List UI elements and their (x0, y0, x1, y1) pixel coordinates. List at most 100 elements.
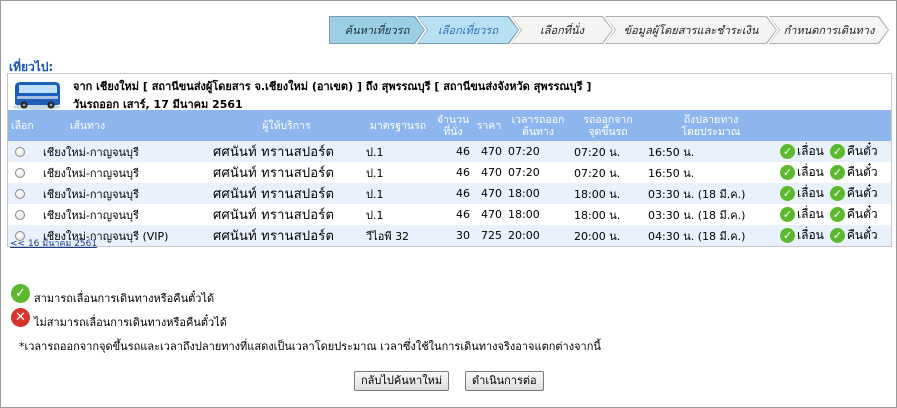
step-search[interactable]: ค้นหาเที่ยวรถ (329, 16, 425, 44)
check-icon: ✓ (829, 228, 845, 243)
legend-cannot: ✕ ไม่สามารถเลื่อนการเดินทางหรือคืนตั๋วได… (11, 303, 227, 331)
table-row[interactable]: เชียงใหม่-กาญจนบุรี ศศนันท์ ทรานสปอร์ต ป… (8, 162, 891, 183)
seats-cell: 46 (433, 162, 473, 183)
route-cell: เชียงใหม่-กาญจนบุรี (40, 141, 210, 162)
price-cell: 470 (473, 183, 505, 204)
header-arrival: ถึงปลายทาง โดยประมาณ (645, 110, 777, 141)
step-itinerary: กำหนดการเดินทาง (769, 16, 889, 44)
arrival-cell: 04:30 น. (18 มี.ค.) (645, 225, 777, 246)
refund-action: ✓ คืนตั๋ว (829, 184, 878, 203)
check-icon: ✓ (780, 228, 795, 243)
arrival-cell: 16:50 น. (645, 162, 777, 183)
postpone-action: ✓ เลื่อน (780, 142, 824, 161)
table-row[interactable]: เชียงใหม่-กาญจนบุรี ศศนันท์ ทรานสปอร์ต ป… (8, 183, 891, 204)
actions-cell: ✓ เลื่อน ✓ คืนตั๋ว (777, 162, 891, 183)
standard-cell: ป.1 (363, 162, 433, 183)
continue-button[interactable]: ดำเนินการต่อ (465, 371, 544, 391)
back-search-button[interactable]: กลับไปค้นหาใหม่ (354, 371, 450, 391)
seats-cell: 46 (433, 183, 473, 204)
price-cell: 470 (473, 162, 505, 183)
actions-cell: ✓ เลื่อน ✓ คืนตั๋ว (777, 204, 891, 225)
refund-action: ✓ คืนตั๋ว (829, 142, 878, 161)
table-row[interactable]: เชียงใหม่-กาญจนบุรี ศศนันท์ ทรานสปอร์ต ป… (8, 141, 891, 162)
route-description: จาก เชียงใหม่ [ สถานีขนส่งผู้โดยสาร จ.เช… (73, 80, 592, 93)
cross-icon: ✕ (11, 307, 30, 327)
check-icon: ✓ (780, 165, 795, 180)
operator-cell: ศศนันท์ ทรานสปอร์ต (210, 162, 363, 183)
route-cell: เชียงใหม่-กาญจนบุรี (40, 204, 210, 225)
seats-cell: 46 (433, 204, 473, 225)
header-price: ราคา (473, 110, 505, 141)
select-radio[interactable] (15, 210, 25, 220)
operator-cell: ศศนันท์ ทรานสปอร์ต (210, 204, 363, 225)
standard-cell: ป.1 (363, 183, 433, 204)
bus-icon (13, 82, 61, 110)
trip-panel: จาก เชียงใหม่ [ สถานีขนส่งผู้โดยสาร จ.เช… (7, 73, 892, 250)
refund-action: ✓ คืนตั๋ว (829, 226, 878, 245)
standard-cell: ป.1 (363, 141, 433, 162)
postpone-action: ✓ เลื่อน (780, 184, 824, 203)
check-icon: ✓ (829, 207, 845, 222)
boarding-cell: 07:20 น. (571, 141, 645, 162)
booking-page: ค้นหาเที่ยวรถ เลือกเที่ยวรถ เลือกที่นั่ง… (0, 0, 897, 408)
departure-cell: 07:20 (505, 162, 571, 183)
check-icon: ✓ (780, 207, 795, 222)
select-radio[interactable] (15, 147, 25, 157)
select-radio[interactable] (15, 189, 25, 199)
operator-cell: ศศนันท์ ทรานสปอร์ต (210, 225, 363, 246)
arrival-cell: 16:50 น. (645, 141, 777, 162)
header-select: เลือก (8, 110, 40, 141)
check-icon: ✓ (11, 283, 30, 303)
departure-cell: 20:00 (505, 225, 571, 246)
seats-cell: 46 (433, 141, 473, 162)
route-cell: เชียงใหม่-กาญจนบุรี (40, 183, 210, 204)
postpone-action: ✓ เลื่อน (780, 226, 824, 245)
boarding-cell: 18:00 น. (571, 183, 645, 204)
table-header-row: เลือก เส้นทาง ผู้ให้บริการ มาตรฐานรถ จำน… (8, 110, 891, 141)
check-icon: ✓ (829, 144, 845, 159)
step-select-trip[interactable]: เลือกเที่ยวรถ (417, 16, 519, 44)
header-standard: มาตรฐานรถ (363, 110, 433, 141)
actions-cell: ✓ เลื่อน ✓ คืนตั๋ว (777, 225, 891, 246)
boarding-cell: 20:00 น. (571, 225, 645, 246)
step-label: กำหนดการเดินทาง (783, 24, 875, 37)
header-route: เส้นทาง (40, 110, 210, 141)
previous-day-link[interactable]: << 16 มีนาคม 2561 (10, 236, 97, 250)
legend-cannot-text: ไม่สามารถเลื่อนการเดินทางหรือคืนตั๋วได้ (34, 316, 227, 329)
operator-cell: ศศนันท์ ทรานสปอร์ต (210, 141, 363, 162)
standard-cell: ป.1 (363, 204, 433, 225)
departure-cell: 07:20 (505, 141, 571, 162)
step-select-seat: เลือกที่นั่ง (511, 16, 613, 44)
check-icon: ✓ (780, 144, 795, 159)
time-note: *เวลารถออกจากจุดขึ้นรถและเวลาถึงปลายทางท… (19, 340, 601, 353)
postpone-action: ✓ เลื่อน (780, 163, 824, 182)
table-row[interactable]: เชียงใหม่-กาญจนบุรี (VIP) ศศนันท์ ทรานสป… (8, 225, 891, 246)
step-label: ค้นหาเที่ยวรถ (344, 24, 410, 37)
check-icon: ✓ (780, 186, 795, 201)
progress-steps: ค้นหาเที่ยวรถ เลือกเที่ยวรถ เลือกที่นั่ง… (329, 16, 889, 44)
departure-cell: 18:00 (505, 183, 571, 204)
step-label: เลือกที่นั่ง (540, 24, 584, 37)
price-cell: 725 (473, 225, 505, 246)
price-cell: 470 (473, 141, 505, 162)
operator-cell: ศศนันท์ ทรานสปอร์ต (210, 183, 363, 204)
actions-cell: ✓ เลื่อน ✓ คืนตั๋ว (777, 141, 891, 162)
postpone-action: ✓ เลื่อน (780, 205, 824, 224)
select-radio[interactable] (15, 168, 25, 178)
boarding-cell: 07:20 น. (571, 162, 645, 183)
seats-cell: 30 (433, 225, 473, 246)
table-row[interactable]: เชียงใหม่-กาญจนบุรี ศศนันท์ ทรานสปอร์ต ป… (8, 204, 891, 225)
route-cell: เชียงใหม่-กาญจนบุรี (40, 162, 210, 183)
arrival-cell: 03:30 น. (18 มี.ค.) (645, 204, 777, 225)
check-icon: ✓ (829, 186, 845, 201)
header-seats: จำนวน ที่นั่ง (433, 110, 473, 141)
header-departure: เวลารถออก ต้นทาง (505, 110, 571, 141)
check-icon: ✓ (829, 165, 845, 180)
departure-cell: 18:00 (505, 204, 571, 225)
trips-table: เลือก เส้นทาง ผู้ให้บริการ มาตรฐานรถ จำน… (8, 110, 891, 246)
refund-action: ✓ คืนตั๋ว (829, 205, 878, 224)
step-passenger-payment: ข้อมูลผู้โดยสารและชำระเงิน (605, 16, 777, 44)
price-cell: 470 (473, 204, 505, 225)
standard-cell: วีไอพี 32 (363, 225, 433, 246)
arrival-cell: 03:30 น. (18 มี.ค.) (645, 183, 777, 204)
